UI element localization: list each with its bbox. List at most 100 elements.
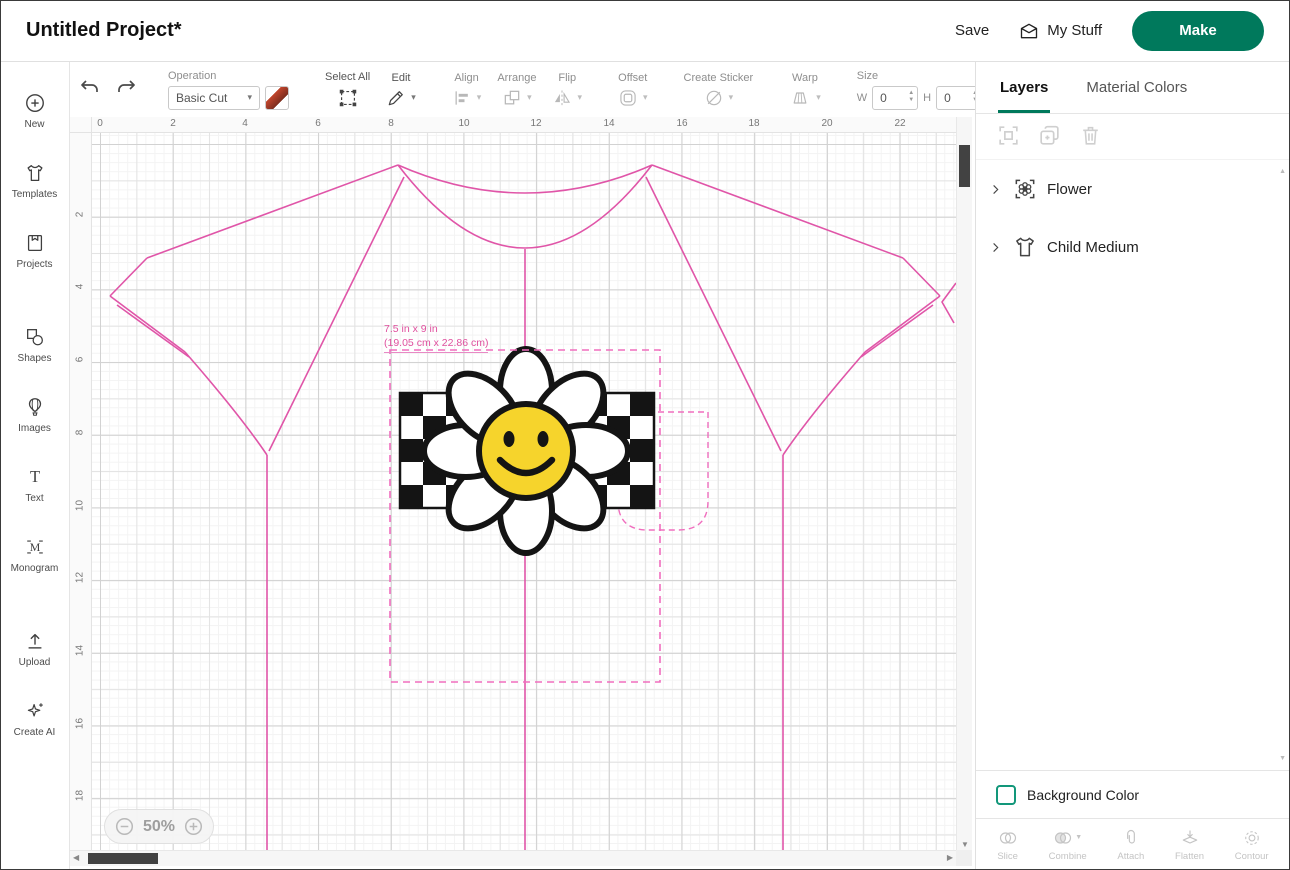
flip-button[interactable]: Flip ▾ bbox=[544, 72, 590, 108]
chevron-down-icon: ▾ bbox=[643, 92, 648, 103]
sidebar-item-monogram[interactable]: M Monogram bbox=[0, 520, 70, 590]
chevron-down-icon: ▾ bbox=[816, 92, 821, 103]
list-scroll-up-icon[interactable]: ▲ bbox=[1279, 168, 1286, 175]
save-button[interactable]: Save bbox=[955, 22, 989, 39]
scroll-down-arrow-icon[interactable]: ▼ bbox=[957, 840, 973, 849]
chevron-down-icon: ▾ bbox=[577, 92, 582, 103]
scroll-left-arrow-icon[interactable]: ◀ bbox=[73, 853, 79, 862]
sidebar-item-text[interactable]: T Text bbox=[0, 450, 70, 520]
redo-button[interactable] bbox=[108, 78, 146, 101]
layers-bottom-actions: Slice ▼ Combine Attach Flatten Contour bbox=[976, 818, 1290, 870]
sidebar-item-images[interactable]: Images bbox=[0, 380, 70, 450]
shirt-icon bbox=[1012, 234, 1038, 260]
sidebar-item-create-ai[interactable]: Create AI bbox=[0, 684, 70, 754]
slice-button[interactable]: Slice bbox=[997, 828, 1018, 862]
chevron-down-icon: ▾ bbox=[729, 92, 734, 103]
arrange-button[interactable]: Arrange ▾ bbox=[489, 72, 544, 108]
delete-button[interactable] bbox=[1078, 123, 1103, 151]
scrollbar-corner bbox=[956, 850, 972, 866]
combine-button[interactable]: ▼ Combine bbox=[1049, 828, 1087, 862]
edit-toolbar: Operation Basic Cut ▾ Select All Edit ▾ … bbox=[70, 62, 975, 117]
design-canvas-svg bbox=[92, 133, 956, 850]
operation-select[interactable]: Basic Cut ▾ bbox=[168, 86, 260, 110]
create-sticker-button[interactable]: Create Sticker ▾ bbox=[676, 72, 762, 108]
zoom-level: 50% bbox=[143, 818, 175, 836]
sidebar-item-upload[interactable]: Upload bbox=[0, 614, 70, 684]
duplicate-icon bbox=[1037, 123, 1062, 148]
layer-row-flower[interactable]: Flower bbox=[976, 160, 1290, 218]
svg-text:M: M bbox=[29, 540, 40, 554]
make-button[interactable]: Make bbox=[1132, 11, 1264, 51]
ruler-horizontal: 0 2 4 6 8 10 12 14 16 18 20 22 bbox=[92, 117, 956, 133]
sidebar-item-projects[interactable]: Projects bbox=[0, 216, 70, 286]
tab-layers[interactable]: Layers bbox=[1000, 62, 1048, 113]
slice-icon bbox=[998, 828, 1018, 848]
edit-menu-button[interactable]: Edit ▾ bbox=[378, 72, 424, 108]
offset-button[interactable]: Offset ▾ bbox=[610, 72, 656, 108]
sidebar-item-templates[interactable]: Templates bbox=[0, 146, 70, 216]
size-group: Size W ▲▼ H ▲▼ bbox=[849, 70, 990, 110]
redo-icon bbox=[116, 78, 138, 98]
flower-design[interactable] bbox=[400, 349, 654, 553]
vertical-scrollbar[interactable]: ▼ bbox=[956, 117, 972, 850]
contour-icon bbox=[1242, 828, 1262, 848]
background-color-label: Background Color bbox=[1027, 787, 1139, 803]
layers-list: ▲ Flower Child Medium ▼ bbox=[976, 160, 1290, 770]
sparkle-icon bbox=[24, 700, 46, 722]
left-sidebar: New Templates Projects Shapes Images T T… bbox=[0, 62, 70, 870]
page-title: Untitled Project* bbox=[26, 19, 182, 42]
contour-button[interactable]: Contour bbox=[1235, 828, 1269, 862]
horizontal-scrollbar[interactable]: ◀ ▶ bbox=[70, 850, 956, 866]
group-button[interactable] bbox=[996, 123, 1021, 151]
undo-icon bbox=[78, 78, 100, 98]
attach-button[interactable]: Attach bbox=[1117, 828, 1144, 862]
background-color-row: Background Color bbox=[976, 770, 1290, 818]
sidebar-item-new[interactable]: New bbox=[0, 76, 70, 146]
trash-icon bbox=[1078, 123, 1103, 148]
chevron-down-icon: ▾ bbox=[411, 92, 416, 103]
select-all-icon bbox=[337, 87, 359, 109]
chevron-right-icon[interactable] bbox=[988, 240, 1003, 255]
align-icon bbox=[452, 88, 472, 108]
scroll-right-arrow-icon[interactable]: ▶ bbox=[947, 853, 953, 862]
vertical-scrollbar-thumb[interactable] bbox=[959, 145, 970, 187]
chevron-down-icon: ▾ bbox=[527, 92, 532, 103]
attach-icon bbox=[1121, 828, 1141, 848]
my-stuff-button[interactable]: My Stuff bbox=[1019, 21, 1102, 41]
ruler-vertical: 2 4 6 8 10 12 14 16 18 bbox=[70, 133, 92, 850]
sidebar-item-shapes[interactable]: Shapes bbox=[0, 310, 70, 380]
pencil-icon bbox=[386, 88, 406, 108]
design-grid[interactable]: 7.5 in x 9 in (19.05 cm x 22.86 cm) bbox=[92, 133, 956, 850]
align-button[interactable]: Align ▾ bbox=[444, 72, 490, 108]
duplicate-button[interactable] bbox=[1037, 123, 1062, 151]
warp-icon bbox=[789, 88, 811, 108]
horizontal-scrollbar-thumb[interactable] bbox=[88, 853, 158, 864]
zoom-in-button[interactable] bbox=[184, 817, 203, 836]
plus-circle-icon bbox=[24, 92, 46, 114]
operation-group: Operation Basic Cut ▾ bbox=[160, 70, 297, 110]
text-icon: T bbox=[24, 466, 46, 488]
flatten-button[interactable]: Flatten bbox=[1175, 828, 1204, 862]
balloon-icon bbox=[24, 396, 46, 418]
zoom-control: 50% bbox=[104, 809, 214, 844]
my-stuff-label: My Stuff bbox=[1047, 22, 1102, 39]
color-swatch[interactable] bbox=[265, 86, 289, 110]
layer-row-child-medium[interactable]: Child Medium bbox=[976, 218, 1290, 276]
combine-icon bbox=[1053, 828, 1073, 848]
chevron-right-icon[interactable] bbox=[988, 182, 1003, 197]
warp-button[interactable]: Warp ▾ bbox=[781, 72, 829, 108]
panel-tabs: Layers Material Colors bbox=[976, 62, 1290, 114]
zoom-out-button[interactable] bbox=[115, 817, 134, 836]
background-color-checkbox[interactable] bbox=[996, 785, 1016, 805]
monogram-icon: M bbox=[24, 536, 46, 558]
ruler-corner bbox=[70, 117, 92, 133]
flip-icon bbox=[552, 88, 572, 108]
select-all-button[interactable]: Select All bbox=[317, 71, 378, 109]
width-stepper[interactable]: ▲▼ bbox=[908, 90, 914, 106]
canvas-area: 0 2 4 6 8 10 12 14 16 18 20 22 2 4 6 8 1… bbox=[70, 117, 975, 870]
layers-toolbar bbox=[976, 114, 1290, 160]
list-scroll-down-icon[interactable]: ▼ bbox=[1279, 755, 1286, 762]
tab-material-colors[interactable]: Material Colors bbox=[1086, 62, 1187, 113]
undo-button[interactable] bbox=[70, 78, 108, 101]
top-bar: Untitled Project* Save My Stuff Make bbox=[0, 0, 1290, 62]
